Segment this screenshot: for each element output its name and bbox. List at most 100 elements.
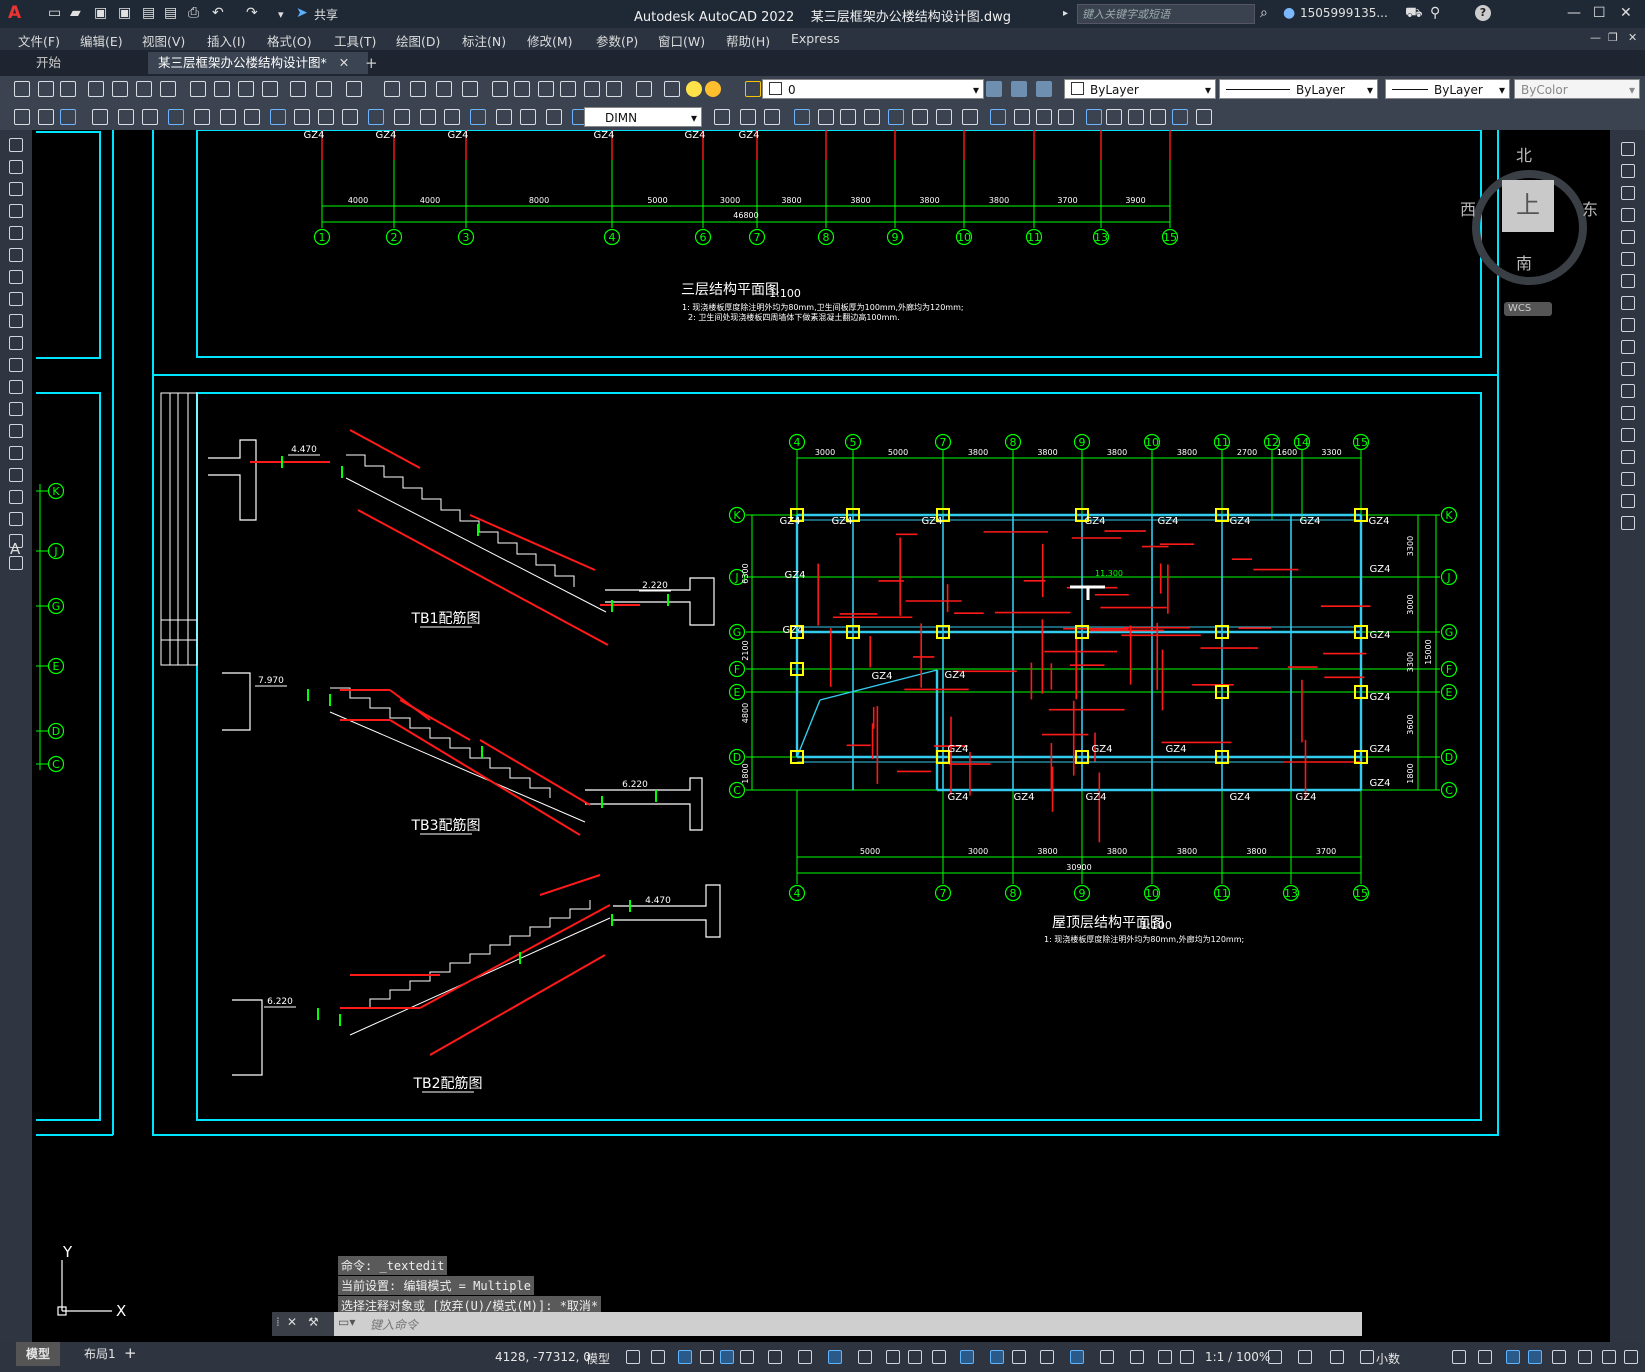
standard-tool-21-icon[interactable]: [560, 81, 576, 97]
dim-tool-16-icon[interactable]: [420, 109, 436, 125]
draw-tool-16-icon[interactable]: [9, 490, 23, 504]
close-icon[interactable]: ✕: [287, 1315, 297, 1329]
draw-tool-14-icon[interactable]: [9, 446, 23, 460]
mtext-icon[interactable]: A: [10, 540, 20, 558]
dim-tool-30-icon[interactable]: [888, 109, 904, 125]
menu-window[interactable]: 窗口(W): [658, 31, 705, 50]
status-toggle-25-icon[interactable]: [1360, 1350, 1374, 1364]
lineweight-select[interactable]: ByLayer ▾: [1385, 79, 1510, 99]
draw-tool-11-icon[interactable]: [9, 380, 23, 394]
status-toggle-9-icon[interactable]: [858, 1350, 872, 1364]
modify-tool-15-icon[interactable]: [1621, 472, 1635, 486]
layer-tool-0-icon[interactable]: [986, 81, 1002, 97]
modify-tool-13-icon[interactable]: [1621, 428, 1635, 442]
dim-tool-15-icon[interactable]: [394, 109, 410, 125]
modify-tool-7-icon[interactable]: [1621, 296, 1635, 310]
draw-tool-19-icon[interactable]: [9, 556, 23, 570]
draw-tool-7-icon[interactable]: [9, 292, 23, 306]
standard-tool-5-icon[interactable]: [136, 81, 152, 97]
menu-parametric[interactable]: 参数(P): [596, 31, 638, 50]
menu-dimension[interactable]: 标注(N): [462, 31, 506, 50]
units-select[interactable]: 小数: [1376, 1350, 1400, 1367]
draw-tool-12-icon[interactable]: [9, 402, 23, 416]
draw-tool-2-icon[interactable]: [9, 182, 23, 196]
status-toggle-4-icon[interactable]: [720, 1350, 734, 1364]
dim-tool-18-icon[interactable]: [470, 109, 486, 125]
status-toggle-13-icon[interactable]: [960, 1350, 974, 1364]
standard-tool-19-icon[interactable]: [514, 81, 530, 97]
standard-tool-16-icon[interactable]: [436, 81, 452, 97]
dim-tool-3-icon[interactable]: [92, 109, 108, 125]
draw-tool-13-icon[interactable]: [9, 424, 23, 438]
dim-tool-34-icon[interactable]: [990, 109, 1006, 125]
standard-tool-12-icon[interactable]: [316, 81, 332, 97]
standard-tool-23-icon[interactable]: [606, 81, 622, 97]
dim-tool-23-icon[interactable]: [714, 109, 730, 125]
dim-tool-2-icon[interactable]: [60, 109, 76, 125]
dim-tool-4-icon[interactable]: [118, 109, 134, 125]
standard-tool-7-icon[interactable]: [190, 81, 206, 97]
status-toggle-20-icon[interactable]: [1158, 1350, 1172, 1364]
draw-tool-8-icon[interactable]: [9, 314, 23, 328]
status-toggle-5-icon[interactable]: [740, 1350, 754, 1364]
connect-icon[interactable]: ⚲: [1430, 5, 1440, 21]
dim-tool-6-icon[interactable]: [168, 109, 184, 125]
draw-tool-0-icon[interactable]: [9, 138, 23, 152]
status-toggle-19-icon[interactable]: [1130, 1350, 1144, 1364]
status-toggle-32-icon[interactable]: [1602, 1350, 1616, 1364]
status-toggle-23-icon[interactable]: [1298, 1350, 1312, 1364]
status-toggle-1-icon[interactable]: [651, 1350, 665, 1364]
draw-tool-3-icon[interactable]: [9, 204, 23, 218]
search-icon[interactable]: ⌕: [1260, 5, 1268, 21]
command-prompt-icon[interactable]: ▭▾: [338, 1315, 355, 1329]
modify-tool-3-icon[interactable]: [1621, 208, 1635, 222]
standard-tool-15-icon[interactable]: [410, 81, 426, 97]
status-toggle-33-icon[interactable]: [1624, 1350, 1638, 1364]
modify-tool-11-icon[interactable]: [1621, 384, 1635, 398]
status-toggle-18-icon[interactable]: [1100, 1350, 1114, 1364]
dim-tool-17-icon[interactable]: [444, 109, 460, 125]
menu-view[interactable]: 视图(V): [142, 31, 185, 50]
linetype-select[interactable]: ByLayer ▾: [1219, 79, 1378, 99]
draw-tool-4-icon[interactable]: [9, 226, 23, 240]
status-toggle-12-icon[interactable]: [932, 1350, 946, 1364]
draw-tool-9-icon[interactable]: [9, 336, 23, 350]
maximize-icon[interactable]: ☐: [1593, 5, 1606, 21]
status-toggle-14-icon[interactable]: [990, 1350, 1004, 1364]
draw-tool-15-icon[interactable]: [9, 468, 23, 482]
viewcube-north[interactable]: 北: [1516, 142, 1532, 166]
menu-edit[interactable]: 编辑(E): [80, 31, 123, 50]
drawing-canvas[interactable]: KJGEDC 1 GZ4 2 GZ4 3 GZ4 4 GZ4 6 GZ4 7 GZ4 8 9 10 11 13 1…: [32, 130, 1610, 1342]
draw-tool-5-icon[interactable]: [9, 248, 23, 262]
status-toggle-11-icon[interactable]: [908, 1350, 922, 1364]
draw-tool-10-icon[interactable]: [9, 358, 23, 372]
viewcube-west[interactable]: 西: [1460, 196, 1476, 220]
dim-tool-27-icon[interactable]: [818, 109, 834, 125]
coordinates-readout[interactable]: 4128, -77312, 0: [495, 1350, 591, 1364]
standard-tool-0-icon[interactable]: [14, 81, 30, 97]
modify-tool-8-icon[interactable]: [1621, 318, 1635, 332]
draw-tool-17-icon[interactable]: [9, 512, 23, 526]
tab-start[interactable]: 开始: [26, 52, 71, 74]
status-toggle-27-icon[interactable]: [1478, 1350, 1492, 1364]
dim-tool-28-icon[interactable]: [840, 109, 856, 125]
layer-tool-1-icon[interactable]: [1011, 81, 1027, 97]
dim-tool-12-icon[interactable]: [318, 109, 334, 125]
doc-restore-icon[interactable]: ❐: [1608, 31, 1618, 44]
dim-tool-43-icon[interactable]: [1196, 109, 1212, 125]
dim-tool-40-icon[interactable]: [1128, 109, 1144, 125]
dim-tool-8-icon[interactable]: [220, 109, 236, 125]
standard-tool-25-icon[interactable]: [664, 81, 680, 97]
standard-tool-10-icon[interactable]: [262, 81, 278, 97]
dim-tool-24-icon[interactable]: [740, 109, 756, 125]
modify-tool-12-icon[interactable]: [1621, 406, 1635, 420]
draw-tool-6-icon[interactable]: [9, 270, 23, 284]
close-icon[interactable]: ✕: [1620, 5, 1632, 21]
dim-tool-32-icon[interactable]: [936, 109, 952, 125]
status-toggle-16-icon[interactable]: [1040, 1350, 1054, 1364]
search-input[interactable]: 键入关键字或短语: [1077, 4, 1255, 24]
dim-tool-29-icon[interactable]: [864, 109, 880, 125]
standard-tool-8-icon[interactable]: [214, 81, 230, 97]
dim-tool-1-icon[interactable]: [38, 109, 54, 125]
dim-tool-39-icon[interactable]: [1106, 109, 1122, 125]
